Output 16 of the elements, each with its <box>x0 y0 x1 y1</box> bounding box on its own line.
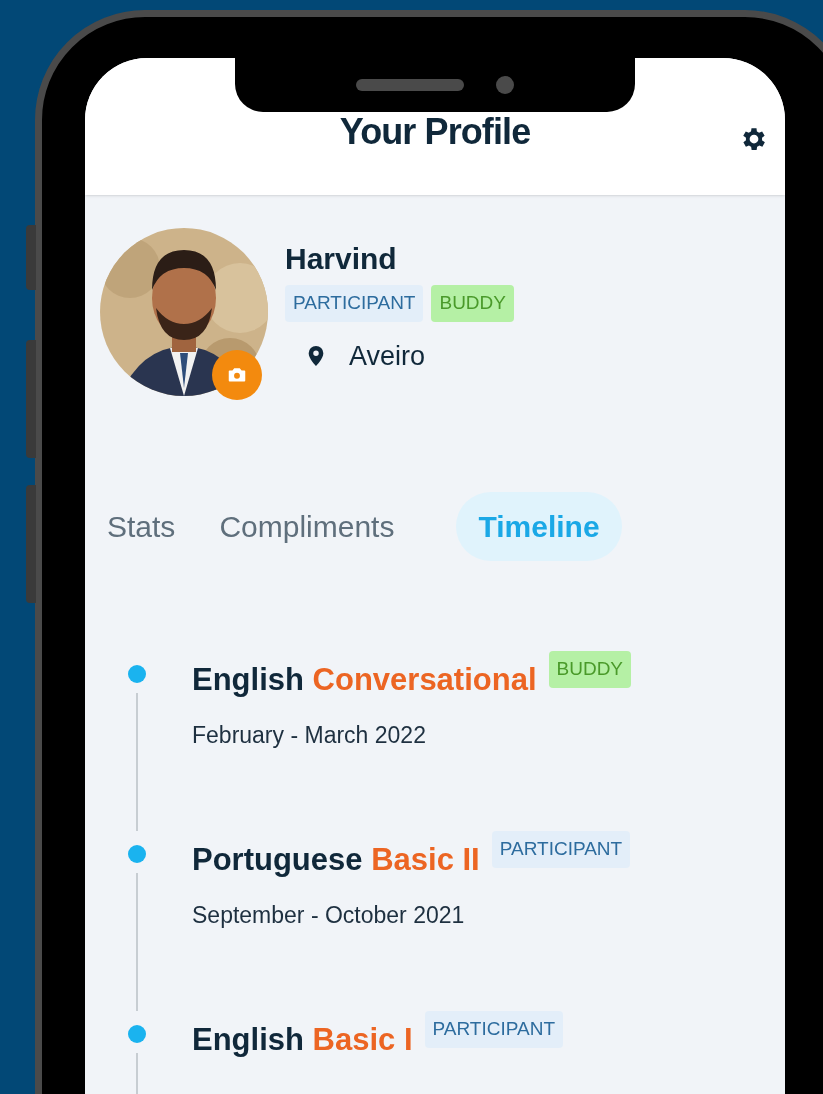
role-tag: PARTICIPANT <box>424 1011 563 1048</box>
role-tag: BUDDY <box>548 651 632 688</box>
course-dates: September - October 2021 <box>192 900 466 930</box>
page-title: Your Profile <box>339 110 531 154</box>
tab[interactable]: Compliments <box>207 492 407 561</box>
course-title: English Basic I <box>192 1021 413 1059</box>
course-dates: February - March 2022 <box>192 720 427 750</box>
role-tag: PARTICIPANT <box>285 285 424 322</box>
user-name: Harvind <box>285 241 398 277</box>
role-tag: PARTICIPANT <box>491 831 631 868</box>
role-tag: BUDDY <box>431 285 514 322</box>
tab[interactable]: Stats <box>95 492 188 561</box>
location-text: Aveiro <box>349 339 426 373</box>
tab[interactable]: Timeline <box>456 492 622 561</box>
course-title: Portuguese Basic II <box>192 841 480 879</box>
course-title: English Conversational <box>192 661 537 699</box>
